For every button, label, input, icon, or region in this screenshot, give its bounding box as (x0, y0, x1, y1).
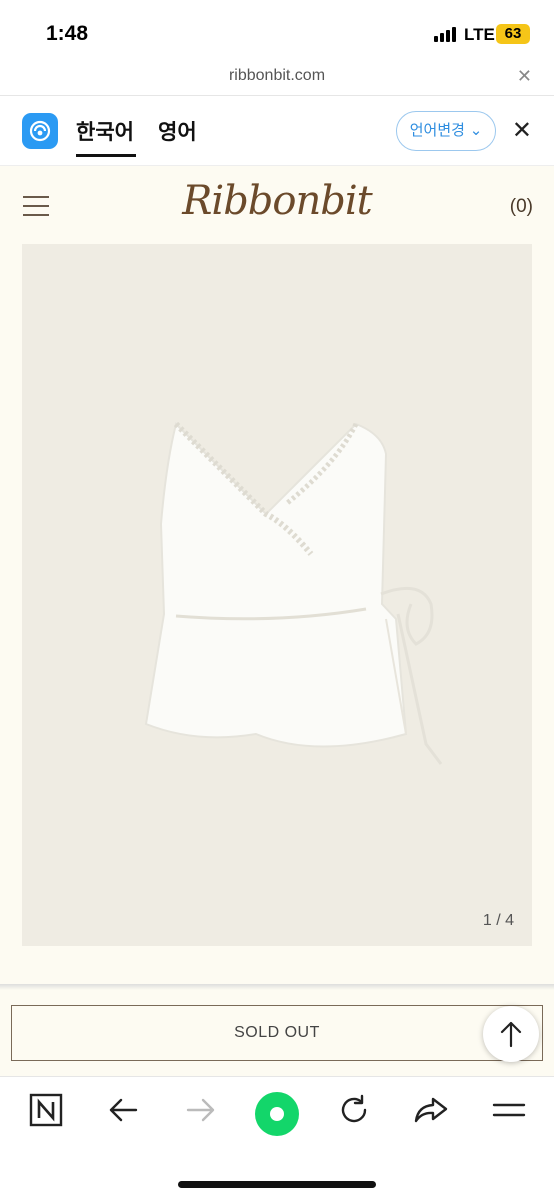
menu-icon[interactable] (486, 1093, 532, 1139)
signal-icon (434, 26, 458, 42)
url-close-icon[interactable]: ✕ (517, 66, 532, 87)
share-icon[interactable] (408, 1093, 454, 1139)
chevron-down-icon: ⌄ (469, 121, 483, 139)
sold-out-button[interactable]: SOLD OUT (11, 1005, 543, 1061)
cart-count[interactable]: (0) (510, 196, 533, 218)
url-text[interactable]: ribbonbit.com (0, 67, 554, 85)
arrow-up-icon (500, 1021, 522, 1048)
n-home-icon[interactable] (23, 1093, 69, 1139)
garment-photo (144, 421, 443, 765)
target-language-tab[interactable]: 영어 (158, 116, 197, 146)
change-language-label: 언어변경 (409, 121, 465, 139)
battery-indicator: 63 (496, 24, 530, 44)
product-image[interactable]: 1 / 4 (22, 244, 532, 946)
status-time: 1:48 (46, 22, 89, 45)
change-language-button[interactable]: 언어변경 ⌄ (396, 111, 496, 151)
image-counter: 1 / 4 (482, 912, 514, 929)
scroll-to-top-button[interactable] (483, 1006, 539, 1062)
active-tab-underline (76, 154, 136, 157)
source-language-tab[interactable]: 한국어 (76, 116, 134, 146)
brand-logo[interactable]: Ribbonbit (0, 178, 554, 224)
home-indicator (178, 1181, 376, 1188)
divider (0, 984, 554, 990)
green-dot-icon[interactable] (254, 1091, 300, 1137)
status-bar: 1:48 LTE 63 (0, 0, 554, 62)
back-arrow-icon[interactable] (100, 1093, 146, 1139)
refresh-icon[interactable] (331, 1093, 377, 1139)
translate-app-icon (22, 113, 58, 149)
translate-bar: 한국어 영어 언어변경 ⌄ ✕ (0, 96, 554, 166)
network-type: LTE (464, 25, 495, 44)
site-header: Ribbonbit (0) (0, 166, 554, 244)
url-bar[interactable]: ribbonbit.com ✕ (0, 62, 554, 96)
browser-toolbar (0, 1076, 554, 1200)
forward-arrow-icon (178, 1093, 224, 1139)
close-translate-icon[interactable]: ✕ (512, 116, 532, 145)
